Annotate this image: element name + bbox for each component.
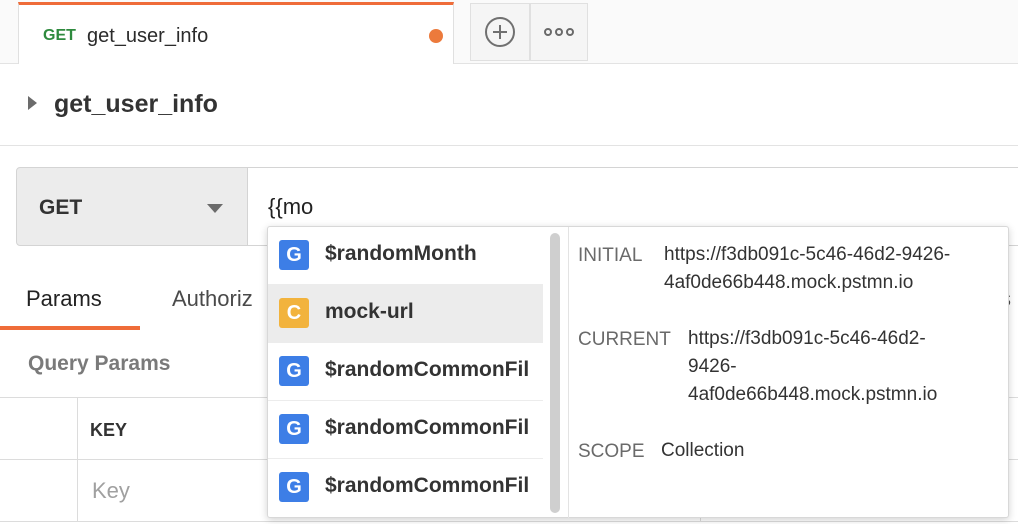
suggestion-item[interactable]: G $randomCommonFil [268,459,543,517]
initial-value-line: https://f3db091c-5c46-46d2-9426- [664,244,951,265]
table-divider [0,521,1018,522]
chevron-down-icon [207,204,223,213]
suggestion-item[interactable]: G $randomCommonFil [268,401,543,459]
table-column-divider [77,397,78,521]
suggestion-label: $randomCommonFil [325,474,530,497]
global-badge-icon: G [279,240,309,270]
suggestion-label: mock-url [325,300,414,323]
suggestion-scrollbar[interactable] [550,233,560,513]
tab-method-label: GET [43,27,76,44]
suggestion-label: $randomCommonFil [325,416,530,439]
global-badge-icon: G [279,414,309,444]
popup-divider [568,227,569,519]
current-value-line: https://f3db091c-5c46-46d2- [688,328,926,349]
ellipsis-icon [544,28,574,36]
new-tab-button[interactable] [470,3,530,61]
collection-badge-icon: C [279,298,309,328]
request-tab[interactable]: GET get_user_info [18,2,454,64]
request-title[interactable]: get_user_info [54,90,218,119]
scope-value: Collection [661,440,745,461]
key-input[interactable]: Key [92,478,130,504]
suggestion-label: $randomMonth [325,242,477,265]
active-tab-indicator [0,326,140,330]
expand-caret-icon[interactable] [28,96,37,110]
suggestion-label: $randomCommonFil [325,358,530,381]
plus-circle-icon [485,17,515,47]
suggestion-item[interactable]: G $randomCommonFil [268,343,543,401]
current-value-line: 4af0de66b448.mock.pstmn.io [688,384,938,405]
scope-label: SCOPE [578,441,645,462]
current-label: CURRENT [578,329,671,350]
tab-authorization[interactable]: Authoriz [172,286,253,312]
tab-options-button[interactable] [530,3,588,61]
query-params-label: Query Params [28,352,171,375]
suggestion-list: G $randomMonth C mock-url G $randomCommo… [268,227,543,519]
initial-label: INITIAL [578,245,643,266]
global-badge-icon: G [279,472,309,502]
unsaved-dot-icon [429,29,443,43]
tab-title: get_user_info [87,25,209,47]
suggestion-item-selected[interactable]: C mock-url [268,285,543,343]
suggestion-item[interactable]: G $randomMonth [268,227,543,285]
initial-value-line: 4af0de66b448.mock.pstmn.io [664,272,914,293]
tab-params[interactable]: Params [26,286,102,312]
current-value-line: 9426- [688,356,737,377]
tab-bar: GET get_user_info [0,0,1018,64]
key-column-header: KEY [90,420,128,440]
method-label: GET [39,196,83,219]
method-select[interactable]: GET [16,167,248,246]
url-value: {{mo [268,194,314,219]
global-badge-icon: G [279,356,309,386]
request-header: get_user_info [0,64,1018,146]
variable-detail-panel: INITIAL https://f3db091c-5c46-46d2-9426-… [578,227,1008,519]
variable-autocomplete-popup: G $randomMonth C mock-url G $randomCommo… [267,226,1009,519]
